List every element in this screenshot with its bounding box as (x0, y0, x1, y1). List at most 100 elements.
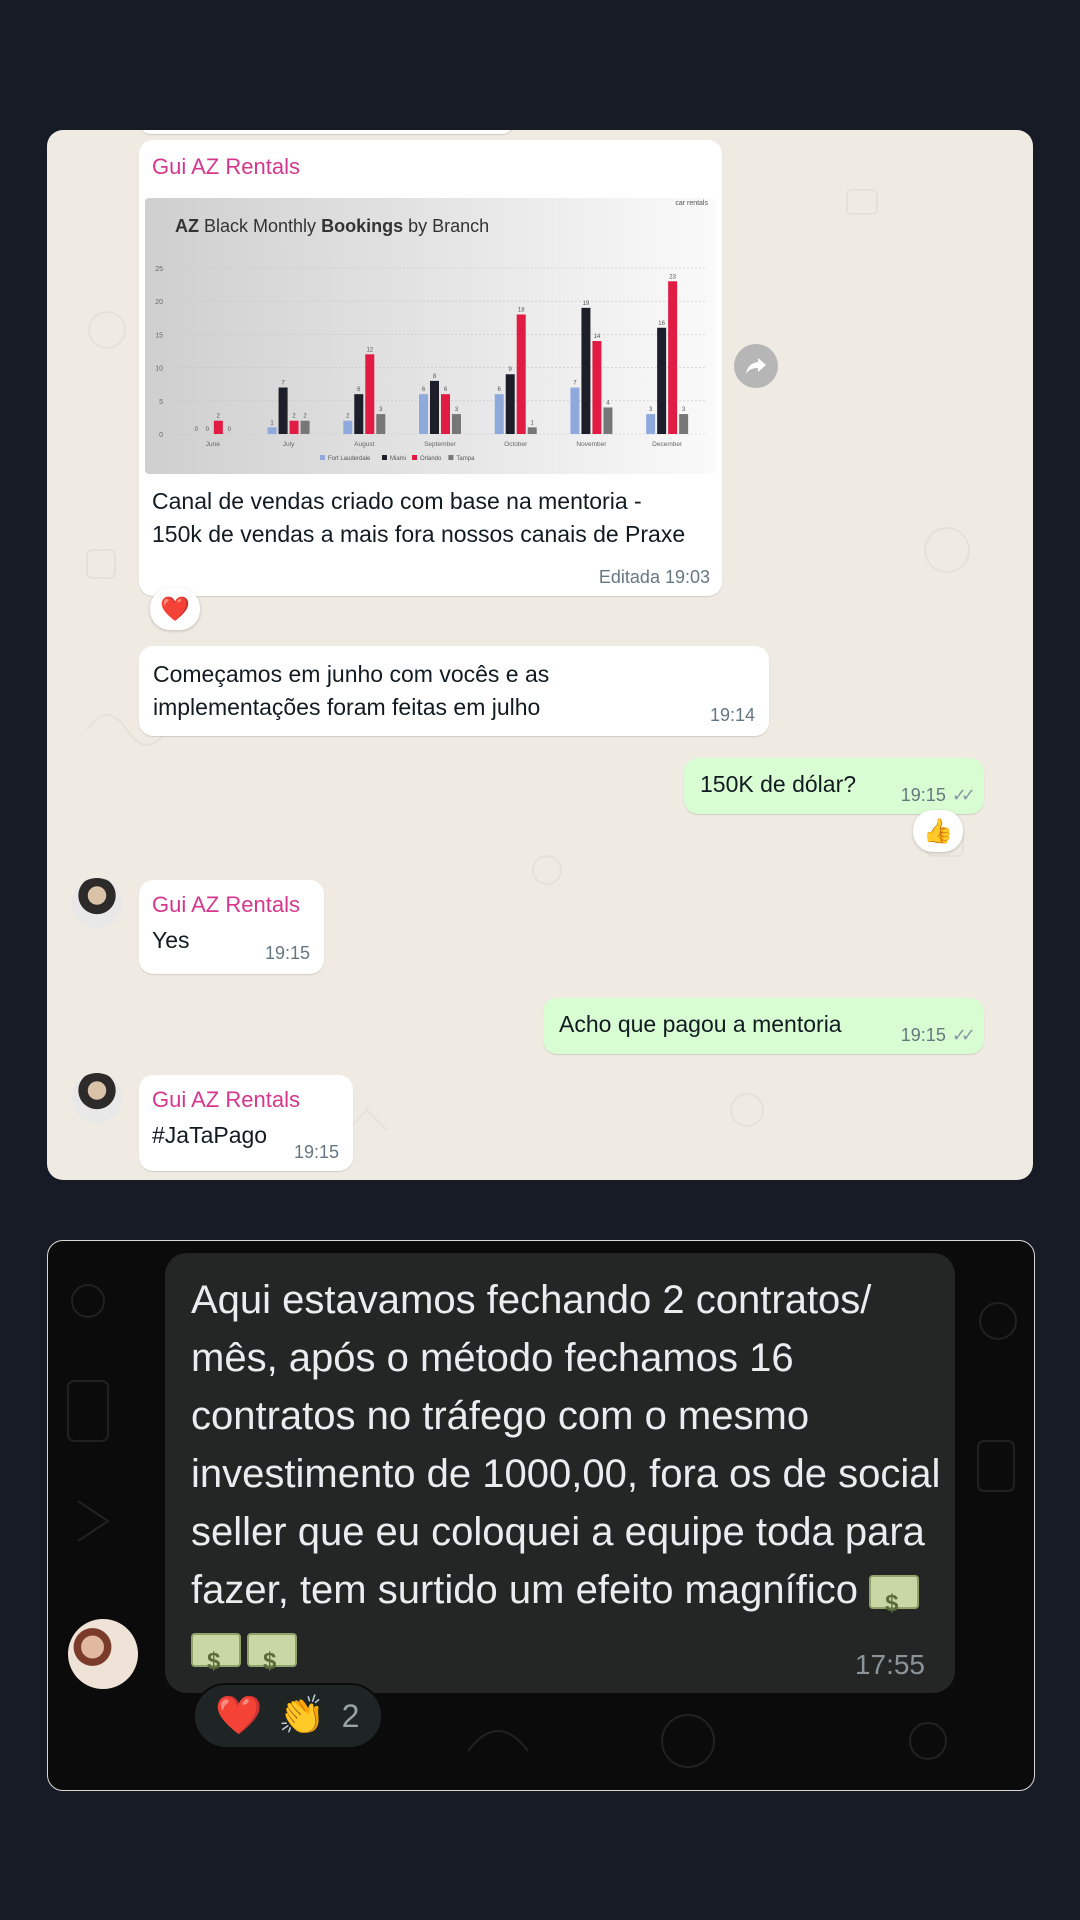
money-bag-icon (191, 1633, 241, 1691)
x-tick-label: November (576, 441, 607, 448)
legend-label: Fort Lauderdale (328, 456, 371, 462)
message-time: 19:15 (293, 1142, 339, 1162)
chart-title-mid: Black Monthly (204, 216, 317, 236)
chart-title-suffix: by Branch (408, 216, 490, 236)
bar (300, 420, 310, 434)
bar-value-label: 8 (433, 374, 437, 380)
bar-value-label: 7 (281, 381, 285, 387)
message-text: 150K de dólar? (700, 771, 857, 797)
contact-avatar[interactable] (72, 1073, 122, 1123)
clap-reaction-icon: 👏 (278, 1695, 326, 1737)
reaction-thumbs-up[interactable]: 👍 (913, 810, 963, 852)
legend-label: Orlando (420, 456, 442, 462)
bar (376, 414, 386, 434)
chart-title: AZ Black Monthly Bookings by Branch (175, 216, 489, 237)
message-time: Editada 19:03 (598, 567, 710, 587)
bar-value-label: 1 (531, 420, 535, 426)
bar (278, 387, 288, 434)
message-text: Acho que pagou a mentoria (559, 1011, 842, 1037)
bar (581, 307, 591, 434)
legend-label: Miami (390, 456, 406, 462)
bar (527, 427, 537, 434)
bar-value-label: 3 (379, 407, 383, 413)
contact-avatar[interactable] (68, 1619, 138, 1689)
money-bag-icon (869, 1575, 920, 1633)
sender-name[interactable]: Gui AZ Rentals (152, 892, 300, 918)
reactions-bar[interactable]: ❤️ 👏 2 (193, 1683, 383, 1749)
bar (419, 394, 428, 434)
message-time: 19:15 (264, 943, 310, 963)
bar-value-label: 2 (217, 414, 221, 420)
chart-title-prefix: AZ (175, 216, 199, 236)
message-text: #JaTaPago (152, 1122, 268, 1148)
bar-value-label: 0 (228, 427, 232, 433)
bar (365, 354, 375, 434)
read-ticks-icon: ✓✓ (951, 1025, 976, 1045)
previous-message-edge (139, 130, 514, 134)
y-tick-label: 20 (155, 299, 163, 306)
bar-chart: 05101520250 020June172 2July26123August686… (155, 266, 705, 462)
x-tick-label: October (504, 441, 528, 448)
bar (570, 387, 580, 434)
y-tick-label: 25 (155, 266, 163, 273)
bar (603, 407, 613, 434)
legend-swatch (320, 455, 325, 460)
message-text: Canal de vendas criado com base na mento… (152, 488, 686, 547)
bar-value-label: 0 (195, 427, 199, 433)
legend-swatch (382, 455, 387, 460)
message-bubble[interactable]: Gui AZ Rentals Yes 19:15 (139, 880, 324, 974)
bar (289, 420, 299, 434)
bar (430, 380, 439, 434)
reaction-count: 2 (341, 1697, 360, 1734)
bar (505, 374, 515, 434)
contact-avatar[interactable] (72, 878, 122, 928)
message-bubble[interactable]: Gui AZ Rentals #JaTaPago 19:15 (139, 1075, 353, 1171)
bar-value-label: 12 (366, 347, 373, 353)
x-tick-label: August (354, 441, 374, 448)
bar-value-label: 2 (346, 414, 350, 420)
bar (679, 414, 689, 434)
message-time: 19:14 (709, 705, 755, 725)
sender-name[interactable]: Gui AZ Rentals (152, 154, 300, 180)
bar-value-label: 3 (682, 407, 686, 413)
message-bubble[interactable]: Aqui estavamos fechando 2 contratos/ mês… (165, 1253, 955, 1693)
bar (516, 314, 526, 434)
bar (657, 327, 667, 434)
y-tick-label: 15 (155, 332, 163, 339)
x-tick-label: June (206, 441, 220, 448)
forward-icon (746, 358, 766, 374)
bar-value-label: 14 (594, 334, 601, 340)
legend-swatch (412, 455, 417, 460)
y-tick-label: 5 (159, 399, 163, 406)
chat-screenshot-dark: Aqui estavamos fechando 2 contratos/ mês… (47, 1240, 1035, 1791)
bar-value-label: 2 (292, 414, 296, 420)
bar-value-label: 3 (649, 407, 653, 413)
y-tick-label: 0 (159, 432, 163, 439)
sender-name[interactable]: Gui AZ Rentals (152, 1087, 300, 1113)
chart-title-bold: Bookings (321, 216, 404, 236)
bar-value-label: 4 (606, 400, 610, 406)
outgoing-message-bubble[interactable]: 150K de dólar? 19:15 ✓✓ (684, 758, 984, 814)
bar (441, 394, 450, 434)
bar-value-label: 7 (573, 381, 577, 387)
x-tick-label: December (652, 441, 683, 448)
chat-screenshot-light: Gui AZ Rentals car rentals AZ Black Mont… (47, 130, 1033, 1180)
chart-message-bubble[interactable]: Gui AZ Rentals car rentals AZ Black Mont… (139, 140, 722, 596)
bar (267, 427, 277, 434)
money-bag-icon (247, 1633, 297, 1691)
bar-value-label: 16 (658, 321, 665, 327)
bar-value-label: 0 (206, 427, 210, 433)
bar (668, 281, 678, 434)
outgoing-message-bubble[interactable]: Acho que pagou a mentoria 19:15 ✓✓ (543, 998, 984, 1054)
message-bubble[interactable]: Começamos em junho com vocês e as implem… (139, 646, 769, 736)
x-tick-label: July (283, 441, 295, 448)
message-text: Começamos em junho com vocês e as implem… (153, 661, 550, 720)
legend-swatch (448, 455, 454, 460)
reaction-heart[interactable]: ❤️ (150, 588, 200, 630)
bar (646, 414, 656, 434)
message-time: 19:15 ✓✓ (900, 785, 976, 805)
forward-button[interactable] (734, 344, 778, 388)
bar (213, 420, 223, 434)
bookings-chart-image[interactable]: car rentals AZ Black Monthly Bookings by… (145, 198, 716, 474)
bar-value-label: 6 (498, 387, 502, 393)
